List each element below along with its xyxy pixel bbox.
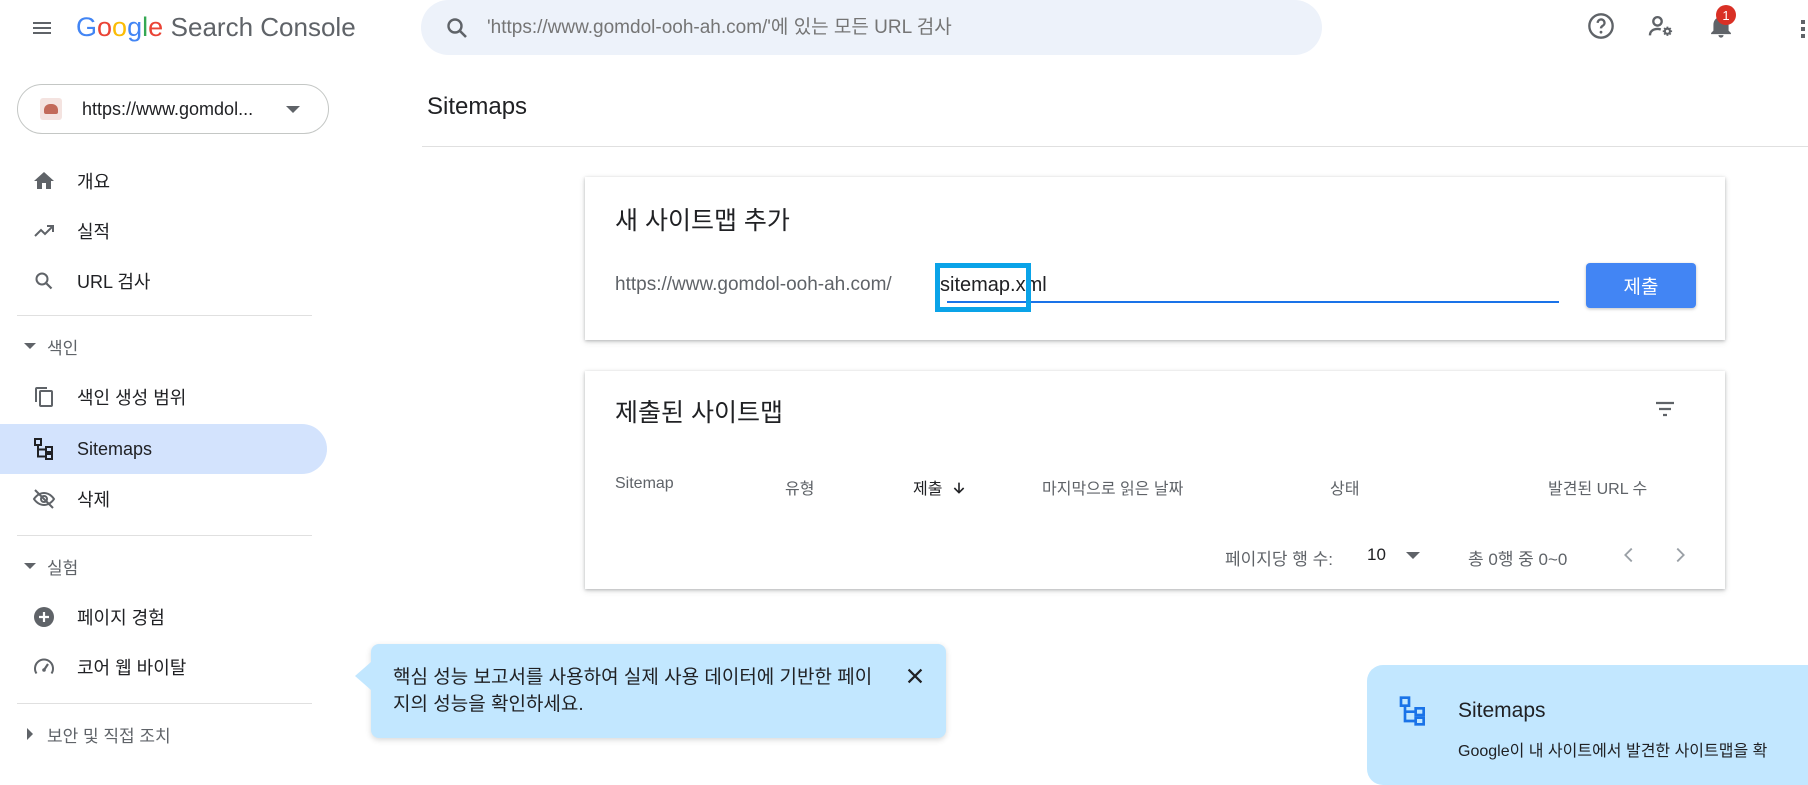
url-inspection-search-bar[interactable] (421, 0, 1322, 55)
arrow-down-icon (953, 482, 965, 494)
sidebar-item-label: 색인 생성 범위 (77, 388, 187, 408)
promo-tooltip: 핵심 성능 보고서를 사용하여 실제 사용 데이터에 기반한 페이지의 성능을 … (355, 644, 946, 738)
help-subtitle: Google이 내 사이트에서 발견한 사이트맵을 확 (1458, 743, 1768, 760)
tooltip-text: 핵심 성능 보고서를 사용하여 실제 사용 데이터에 기반한 페이지의 성능을 … (393, 667, 873, 715)
sidebar-item-label: 개요 (77, 172, 111, 192)
header-divider (422, 146, 1808, 147)
sitemap-icon (1399, 696, 1425, 726)
sidebar-item-label: Sitemaps (77, 438, 153, 459)
sidebar-section-index[interactable]: 색인 (0, 326, 320, 366)
sitemap-icon (30, 435, 58, 463)
sidebar-divider (17, 315, 312, 316)
speed-gauge-icon (30, 653, 58, 681)
sidebar-item-overview[interactable]: 개요 (0, 156, 327, 206)
logo-product-name: Search Console (170, 12, 356, 42)
collapsed-arrow-icon (27, 728, 33, 740)
previous-page-button[interactable] (1615, 541, 1643, 569)
filter-button[interactable] (1649, 393, 1681, 425)
account-settings-button[interactable] (1643, 8, 1679, 44)
logo-letter: o (112, 12, 128, 42)
hamburger-menu-icon (33, 22, 51, 34)
page-title: Sitemaps (427, 93, 528, 120)
help-panel-card[interactable]: Sitemaps Google이 내 사이트에서 발견한 사이트맵을 확 (1367, 665, 1808, 785)
sidebar-divider (17, 703, 312, 704)
dropdown-caret-icon (286, 105, 300, 113)
card-title: 새 사이트맵 추가 (615, 207, 790, 235)
section-label: 실험 (47, 558, 79, 578)
manage-accounts-icon (1648, 15, 1673, 36)
search-icon (443, 14, 471, 42)
filter-list-icon (1656, 401, 1674, 417)
visibility-off-icon (30, 485, 58, 513)
card-title: 제출된 사이트맵 (615, 399, 783, 427)
column-header-status[interactable]: 상태 (1330, 475, 1359, 499)
sidebar-item-label: URL 검사 (77, 272, 151, 292)
column-header-sitemap[interactable]: Sitemap (615, 475, 674, 493)
help-button[interactable] (1583, 8, 1619, 44)
sidebar-item-label: 실적 (77, 222, 111, 242)
sidebar-item-performance[interactable]: 실적 (0, 206, 327, 256)
main-menu-button[interactable] (28, 14, 56, 42)
dropdown-caret-icon[interactable] (1406, 552, 1420, 559)
apps-icon[interactable] (1800, 14, 1808, 42)
column-header-submitted[interactable]: 제출 (913, 475, 967, 499)
pagination-range: 총 0행 중 0~0 (1468, 550, 1568, 569)
column-header-label: 제출 (913, 481, 943, 498)
site-favicon-icon (40, 98, 62, 120)
logo-letter: G (76, 12, 98, 42)
sidebar: https://www.gomdol... 개요 실적 URL 검사 색인 색인… (0, 56, 340, 753)
help-title: Sitemaps (1458, 699, 1546, 722)
add-sitemap-card: 새 사이트맵 추가 https://www.gomdol-ooh-ah.com/… (585, 177, 1725, 340)
next-page-button[interactable] (1666, 541, 1694, 569)
input-highlight-box (935, 263, 1031, 312)
close-tooltip-button[interactable] (899, 660, 931, 692)
column-header-discovered-urls[interactable]: 발견된 URL 수 (1548, 475, 1647, 499)
home-icon (30, 167, 58, 195)
sidebar-item-label: 코어 웹 바이탈 (77, 658, 187, 678)
sidebar-item-url-inspection[interactable]: URL 검사 (0, 256, 327, 306)
submit-sitemap-button[interactable]: 제출 (1586, 263, 1696, 308)
chevron-right-icon (1676, 547, 1685, 563)
expand-arrow-icon (24, 563, 36, 569)
trending-up-icon (30, 217, 58, 245)
sidebar-item-removals[interactable]: 삭제 (0, 474, 327, 524)
notification-count-badge: 1 (1716, 5, 1736, 25)
search-icon (30, 267, 58, 295)
sidebar-item-label: 페이지 경험 (77, 608, 165, 628)
top-app-bar: Google Search Console 1 (0, 0, 1808, 56)
property-selector[interactable]: https://www.gomdol... (17, 84, 329, 134)
sidebar-item-page-experience[interactable]: 페이지 경험 (0, 592, 327, 642)
help-icon (1588, 13, 1614, 39)
sidebar-section-experience[interactable]: 실험 (0, 546, 320, 586)
sidebar-item-core-web-vitals[interactable]: 코어 웹 바이탈 (0, 642, 327, 692)
rows-per-page-select[interactable]: 10 (1367, 545, 1386, 565)
rows-per-page-label: 페이지당 행 수: (1225, 550, 1334, 569)
google-search-console-logo[interactable]: Google Search Console (76, 12, 356, 43)
url-inspection-input[interactable] (487, 16, 1267, 39)
sidebar-item-sitemaps[interactable]: Sitemaps (0, 424, 327, 474)
section-label: 색인 (47, 338, 79, 358)
property-label: https://www.gomdol... (82, 98, 254, 119)
logo-letter: o (97, 12, 113, 42)
input-underline (947, 301, 1559, 303)
copy-pages-icon (30, 383, 58, 411)
sidebar-section-security[interactable]: 보안 및 직접 조치 (0, 714, 320, 754)
submitted-sitemaps-card: 제출된 사이트맵 Sitemap 유형 제출 마지막으로 읽은 날짜 상태 발견… (585, 371, 1725, 589)
sidebar-divider (17, 535, 312, 536)
chevron-left-icon (1624, 547, 1633, 563)
section-label: 보안 및 직접 조치 (47, 726, 171, 746)
logo-letter: g (127, 12, 143, 42)
sidebar-item-coverage[interactable]: 색인 생성 범위 (0, 372, 327, 422)
sidebar-item-label: 삭제 (77, 490, 111, 510)
column-header-last-read[interactable]: 마지막으로 읽은 날짜 (1042, 475, 1183, 499)
column-header-type[interactable]: 유형 (785, 475, 814, 499)
expand-arrow-icon (24, 343, 36, 349)
sitemap-url-prefix: https://www.gomdol-ooh-ah.com/ (615, 274, 892, 295)
logo-letter: e (148, 12, 164, 42)
add-circle-icon (30, 603, 58, 631)
close-icon (907, 668, 923, 684)
